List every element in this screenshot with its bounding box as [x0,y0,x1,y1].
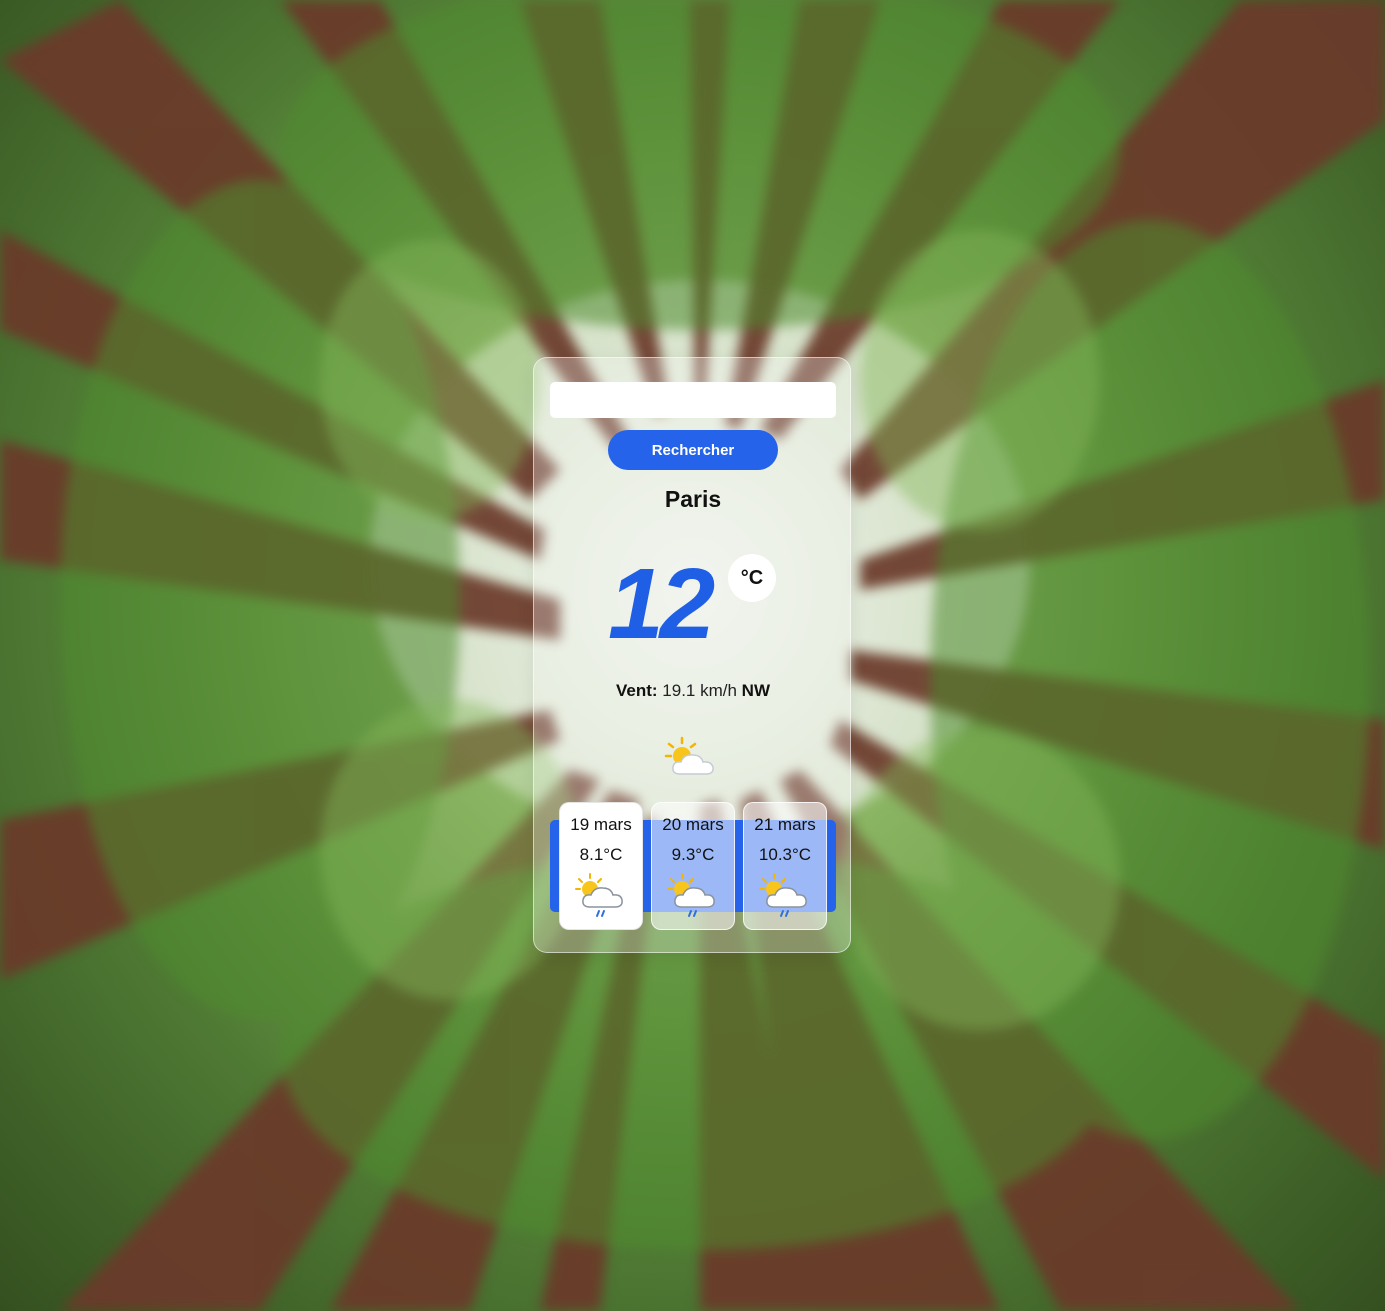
wind-speed: 19.1 km/h [662,681,737,700]
city-search-input[interactable] [550,382,836,418]
forecast-temp: 9.3°C [671,845,715,864]
sun-behind-cloud-icon [664,736,720,785]
wind-direction: NW [741,681,770,700]
weather-card: Rechercher Paris 12 °C Vent: 19.1 km/h N… [533,357,851,953]
temperature-unit-badge[interactable]: °C [728,554,776,602]
forecast-day-2[interactable]: 20 mars 9.3°C [651,802,735,930]
sun-cloud-rain-icon [744,873,826,924]
current-temperature: 12 [608,548,715,660]
forecast-temp: 10.3°C [758,845,812,864]
wind-info: Vent: 19.1 km/h NW [534,681,852,701]
city-name: Paris [664,486,722,512]
forecast-date: 21 mars [754,815,816,834]
forecast-temp: 8.1°C [579,845,623,864]
sun-cloud-rain-icon [652,873,734,924]
forecast-date: 20 mars [662,815,724,834]
forecast-day-3[interactable]: 21 mars 10.3°C [743,802,827,930]
wind-label: Vent: [615,681,658,700]
forecast-day-1[interactable]: 19 mars 8.1°C [559,802,643,930]
search-button[interactable]: Rechercher [608,430,778,470]
sun-cloud-rain-icon [560,873,642,924]
forecast-date: 19 mars [570,815,632,834]
